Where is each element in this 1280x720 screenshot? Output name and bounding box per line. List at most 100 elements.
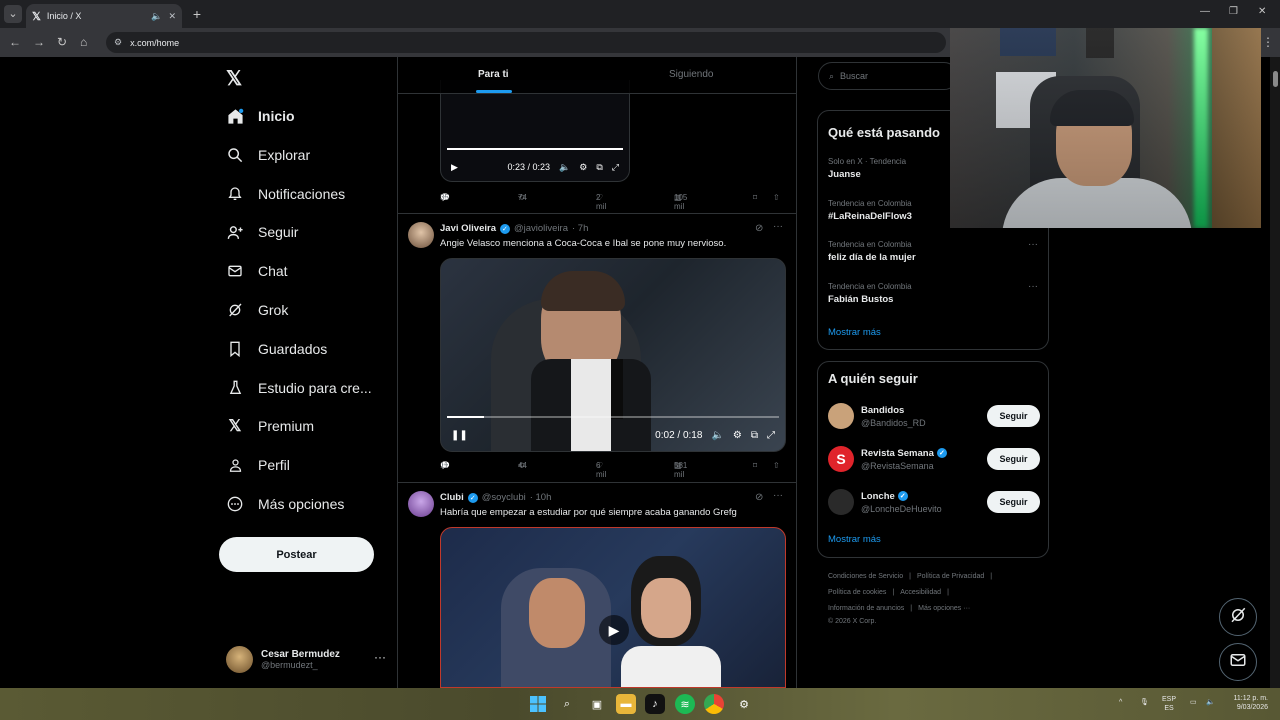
network-icon[interactable]: ▭	[1190, 698, 1197, 707]
post-time[interactable]: · 10h	[530, 492, 552, 503]
chrome-icon[interactable]	[704, 694, 724, 714]
nav-item-perfil[interactable]: Perfil	[226, 451, 290, 479]
nav-item-inicio[interactable]: Inicio	[226, 102, 295, 130]
share-icon[interactable]: ⇧	[773, 461, 780, 470]
browser-tab[interactable]: 𝕏 Inicio / X 🔈 ✕	[26, 4, 182, 28]
footer-link[interactable]: Condiciones de Servicio	[828, 573, 903, 580]
settings-icon[interactable]: ⚙	[734, 694, 754, 714]
follow-show-more-link[interactable]: Mostrar más	[828, 534, 881, 545]
video-player[interactable]: ❚❚ 0:02 / 0:18 🔈 ⚙ ⧉ ⤢	[440, 258, 786, 452]
minimize-icon[interactable]: —	[1200, 6, 1210, 17]
tab-search-button[interactable]: ⌄	[4, 5, 22, 23]
settings-icon[interactable]: ⚙	[579, 162, 587, 173]
trend-item[interactable]: Solo en X · Tendencia Juanse	[828, 157, 906, 180]
more-dots-icon[interactable]: ···	[773, 490, 783, 501]
more-dots-icon[interactable]: ···	[374, 650, 386, 664]
follow-button[interactable]: Seguir	[987, 491, 1040, 513]
video-player[interactable]: ▶	[440, 527, 786, 688]
site-info-icon[interactable]: ⚙	[114, 37, 122, 48]
follow-suggestion[interactable]: S Revista Semana ✓ @RevistaSemana Seguir	[828, 444, 1040, 474]
messages-float-button[interactable]	[1219, 643, 1257, 681]
bookmark-button[interactable]: ⌑	[753, 193, 757, 202]
follow-button[interactable]: Seguir	[987, 448, 1040, 470]
share-icon[interactable]: ⇧	[773, 193, 780, 202]
pip-icon[interactable]: ⧉	[596, 162, 602, 173]
task-view-icon[interactable]: ▣	[587, 694, 607, 714]
new-tab-button[interactable]: +	[188, 5, 206, 23]
tab-siguiendo[interactable]: Siguiendo	[669, 69, 713, 80]
scrollbar-thumb[interactable]	[1273, 71, 1278, 87]
author-handle[interactable]: @javioliveira	[514, 223, 568, 234]
clock[interactable]: 11:12 p. m. 9/03/2026	[1226, 694, 1268, 712]
nav-item-grok[interactable]: Grok	[226, 296, 288, 324]
nav-item-explorar[interactable]: Explorar	[226, 141, 310, 169]
nav-item-notificaciones[interactable]: Notificaciones	[226, 180, 345, 208]
settings-icon[interactable]: ⚙	[733, 430, 742, 441]
author-name[interactable]: Clubi	[440, 492, 464, 503]
page-scrollbar[interactable]	[1270, 57, 1280, 688]
restore-icon[interactable]: ❐	[1229, 6, 1238, 17]
nav-item-guardados[interactable]: Guardados	[226, 335, 327, 363]
microphone-icon[interactable]: 🎙	[1140, 698, 1149, 707]
follow-suggestion[interactable]: Lonche ✓ @LoncheDeHuevito Seguir	[828, 487, 1040, 517]
home-browser-icon[interactable]: ⌂	[80, 35, 87, 49]
play-icon[interactable]: ▶	[451, 162, 458, 173]
footer-link[interactable]: Más opciones ···	[918, 605, 970, 612]
post-button[interactable]: Postear	[219, 537, 374, 572]
pause-icon[interactable]: ❚❚	[451, 430, 468, 441]
footer-link[interactable]: Política de Privacidad	[917, 573, 984, 580]
post-time[interactable]: · 7h	[572, 223, 588, 234]
follow-suggestion[interactable]: Bandidos @Bandidos_RD Seguir	[828, 401, 1040, 431]
volume-icon[interactable]: 🔈	[1206, 698, 1215, 707]
language-indicator[interactable]: ESP ES	[1162, 695, 1176, 713]
browser-menu-icon[interactable]: ⋮	[1262, 35, 1274, 49]
tab-close-icon[interactable]: ✕	[168, 11, 176, 22]
nav-item-estudio[interactable]: Estudio para cre...	[226, 374, 372, 402]
nav-item-seguir[interactable]: Seguir	[226, 218, 298, 246]
volume-icon[interactable]: 🔈	[559, 162, 570, 173]
grok-icon[interactable]: ⊘	[755, 492, 763, 503]
search-field[interactable]: ⌕ Buscar	[818, 62, 958, 90]
more-dots-icon[interactable]: ···	[773, 221, 783, 232]
trend-item[interactable]: Tendencia en Colombia feliz día de la mu…	[828, 240, 916, 263]
grok-icon[interactable]: ⊘	[755, 223, 763, 234]
author-name[interactable]: Javi Oliveira	[440, 223, 496, 234]
avatar[interactable]	[408, 491, 434, 517]
nav-item-mas-opciones[interactable]: Más opciones	[226, 490, 344, 518]
footer-link[interactable]: Política de cookies	[828, 589, 886, 596]
back-icon[interactable]: ←	[9, 35, 21, 49]
avatar[interactable]	[408, 222, 434, 248]
trends-show-more-link[interactable]: Mostrar más	[828, 327, 881, 338]
search-icon[interactable]: ⌕	[557, 694, 577, 714]
footer-link[interactable]: Accesibilidad	[900, 589, 941, 596]
volume-icon[interactable]: 🔈	[711, 430, 723, 441]
forward-icon[interactable]: →	[33, 35, 45, 49]
video-progress-bar[interactable]	[447, 416, 779, 418]
video-progress-bar[interactable]	[447, 148, 623, 150]
author-handle[interactable]: @soyclubi	[482, 492, 526, 503]
tiktok-icon[interactable]: ♪	[645, 694, 665, 714]
play-icon[interactable]: ▶	[599, 615, 629, 645]
tray-chevron-icon[interactable]: ^	[1119, 698, 1122, 707]
nav-item-premium[interactable]: 𝕏 Premium	[226, 412, 314, 440]
audio-icon[interactable]: 🔈	[151, 11, 162, 22]
trend-item[interactable]: Tendencia en Colombia Fabián Bustos	[828, 282, 912, 305]
account-switcher[interactable]: Cesar Bermudez @bermudezt_ ···	[226, 642, 386, 676]
pip-icon[interactable]: ⧉	[751, 430, 758, 441]
start-icon[interactable]	[528, 694, 548, 714]
footer-link[interactable]: Información de anuncios	[828, 605, 904, 612]
fullscreen-icon[interactable]: ⤢	[612, 162, 619, 173]
x-logo-icon[interactable]: 𝕏	[226, 66, 246, 90]
url-field[interactable]: ⚙ x.com/home	[106, 32, 946, 53]
spotify-icon[interactable]: ≋	[675, 694, 695, 714]
bookmark-button[interactable]: ⌑	[753, 461, 757, 470]
tab-para-ti[interactable]: Para ti	[478, 69, 509, 80]
reload-icon[interactable]: ↻	[57, 35, 67, 49]
follow-button[interactable]: Seguir	[987, 405, 1040, 427]
window-close-icon[interactable]: ✕	[1258, 6, 1266, 17]
nav-item-chat[interactable]: Chat	[226, 257, 288, 285]
fullscreen-icon[interactable]: ⤢	[767, 430, 775, 441]
trend-item[interactable]: Tendencia en Colombia #LaReinaDelFlow3	[828, 199, 912, 222]
more-dots-icon[interactable]: ···	[1028, 281, 1038, 292]
video-player[interactable]: ▶ 0:23 / 0:23 🔈 ⚙ ⧉ ⤢	[440, 80, 630, 182]
